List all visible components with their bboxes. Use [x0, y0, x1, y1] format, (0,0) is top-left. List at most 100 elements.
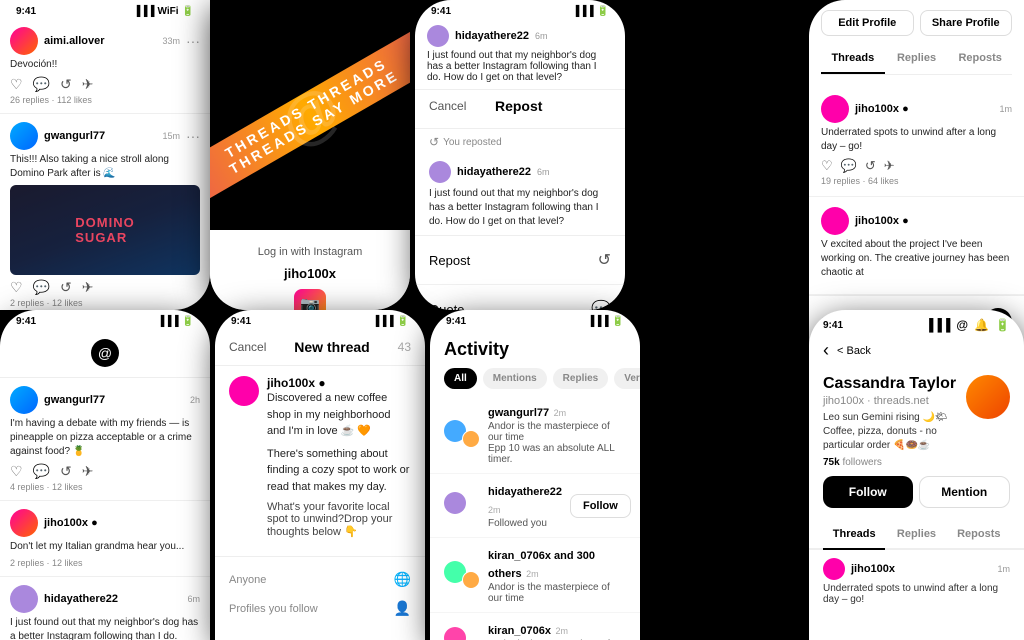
thread-avatar-1	[821, 95, 849, 123]
status-icons-7: ▐▐▐ 🔋	[587, 316, 624, 327]
share-icon-2[interactable]: ✈	[82, 279, 94, 296]
cancel-button[interactable]: Cancel	[429, 99, 466, 113]
status-bar-3: 9:41 ▐▐▐ 🔋	[415, 0, 625, 19]
like-icon[interactable]: ♡	[10, 76, 23, 93]
back-button[interactable]: ‹	[823, 340, 829, 361]
repost-label: Repost	[429, 253, 470, 268]
repost-5-1[interactable]: ↺	[60, 463, 72, 480]
activity-item-3: kiran_0706x and 300 others 2m Andor is t…	[430, 538, 640, 613]
p8t-time: 1m	[997, 564, 1010, 574]
repost-icon-2[interactable]: ↺	[60, 279, 72, 296]
activity-tabs: All Mentions Replies Verif	[444, 368, 626, 389]
profile-tabs: Threads Replies Reposts	[821, 44, 1012, 75]
profile-tab-threads[interactable]: Threads	[823, 520, 885, 550]
like-icon-2[interactable]: ♡	[10, 279, 23, 296]
follow-button[interactable]: Follow	[570, 494, 631, 518]
activity-tab-all[interactable]: All	[444, 368, 477, 389]
wifi-icon: WiFi	[158, 6, 179, 17]
profile-tab-replies[interactable]: Replies	[885, 520, 947, 550]
login-username[interactable]: jiho100x	[226, 266, 394, 281]
profile-tab-reposts[interactable]: Reposts	[948, 520, 1010, 550]
profile-nav: ‹ < Back	[809, 336, 1024, 369]
share-icon[interactable]: ✈	[82, 76, 94, 93]
battery-6: 🔋	[397, 316, 409, 327]
status-bar-1: 9:41 ▐▐▐ WiFi 🔋	[0, 0, 210, 19]
thread-actions-1: ♡ 💬 ↺ ✈	[821, 158, 1012, 174]
more-icon[interactable]: ···	[186, 33, 200, 49]
profile-header-8: Cassandra Taylor jiho100x · threads.net …	[809, 369, 1024, 476]
tab-replies[interactable]: Replies	[885, 44, 949, 74]
battery-5: 🔋	[182, 316, 194, 327]
phone-activity: 9:41 ▐▐▐ 🔋 Activity All Mentions Replies…	[430, 310, 640, 640]
bell-icon: 🔔	[974, 318, 989, 332]
act-avatar-3b	[462, 571, 480, 589]
edit-profile-button[interactable]: Edit Profile	[821, 10, 914, 36]
signal-3: ▐▐▐	[572, 6, 593, 17]
un-jiho2: jiho100x ●	[44, 517, 200, 529]
at-icon: @	[956, 318, 968, 332]
comment-icon[interactable]: 💬	[33, 76, 50, 93]
p8t-text: Underrated spots to unwind after a long …	[823, 583, 1010, 605]
share-5-1[interactable]: ✈	[82, 463, 94, 480]
status-time-5: 9:41	[16, 316, 36, 327]
av-jiho2	[10, 509, 38, 537]
comment-icon-2[interactable]: 💬	[33, 279, 50, 296]
profile-bio: Leo sun Gemini rising 🌙🌤 Coffee, pizza, …	[823, 411, 966, 453]
status-time-1: 9:41	[16, 6, 36, 17]
back-label[interactable]: < Back	[837, 345, 871, 357]
activity-info-3: kiran_0706x and 300 others 2m Andor is t…	[488, 546, 626, 604]
act-user-3: kiran_0706x and 300 others	[488, 550, 595, 580]
composer-cancel-button[interactable]: Cancel	[229, 340, 266, 354]
activity-title: Activity	[444, 339, 626, 360]
composer-thread-text[interactable]: Discovered a new coffee shop in my neigh…	[267, 390, 411, 440]
activity-tab-verified[interactable]: Verif	[614, 368, 640, 389]
activity-tab-replies[interactable]: Replies	[553, 368, 609, 389]
repost-option[interactable]: Repost ↺	[415, 236, 625, 285]
stats-gwang2: 4 replies · 12 likes	[10, 482, 200, 492]
like-5-1[interactable]: ♡	[10, 463, 23, 480]
battery-7: 🔋	[612, 316, 624, 327]
followers-label: followers	[842, 457, 881, 468]
stats-gwang: 2 replies · 12 likes	[10, 298, 200, 308]
mention-button-8[interactable]: Mention	[919, 476, 1011, 508]
threads-item-2: jiho100x ● Don't let my Italian grandma …	[0, 501, 210, 577]
signal-8: ▐▐▐	[925, 318, 951, 332]
share-icon-t1[interactable]: ✈	[884, 158, 895, 174]
thread-text-2: V excited about the project I've been wo…	[821, 238, 1012, 280]
profile-icon: 👤	[394, 600, 411, 617]
phone-instagram-feed: 9:41 ▐▐▐ WiFi 🔋 aimi.allover 33m ··· Dev…	[0, 0, 210, 310]
quote-icon: 💬	[591, 299, 611, 310]
repost-avatar	[429, 161, 451, 183]
composer-header: Cancel New thread 43	[215, 329, 425, 366]
time-gwang: 15m	[162, 131, 180, 141]
activity-info-1: gwangurl77 2m Andor is the masterpiece o…	[488, 403, 626, 465]
instagram-button[interactable]: 📷	[294, 289, 326, 310]
tab-threads[interactable]: Threads	[821, 44, 885, 74]
comment-5-1[interactable]: 💬	[33, 463, 50, 480]
profile-handle: jiho100x · threads.net	[823, 395, 966, 407]
quote-label: Quote	[429, 302, 464, 311]
phone-composer: 9:41 ▐▐▐ 🔋 Cancel New thread 43 jiho100x…	[215, 310, 425, 640]
status-time-6: 9:41	[231, 316, 251, 327]
more-icon-2[interactable]: ···	[186, 128, 200, 144]
share-profile-button[interactable]: Share Profile	[920, 10, 1013, 36]
audience-anyone[interactable]: Anyone 🌐	[229, 565, 411, 594]
audience-following[interactable]: Profiles you follow 👤	[229, 594, 411, 623]
follow-button-8[interactable]: Follow	[823, 476, 913, 508]
profile-thread-2: jiho100x ● V excited about the project I…	[809, 197, 1024, 295]
repost-icon[interactable]: ↺	[60, 76, 72, 93]
activity-tab-mentions[interactable]: Mentions	[483, 368, 547, 389]
like-icon-t1[interactable]: ♡	[821, 158, 833, 174]
composer-question[interactable]: What's your favorite local spot to unwin…	[267, 501, 411, 538]
act-action-1: Andor is the masterpiece of our time	[488, 421, 626, 443]
text-hida: I just found out that my neighbor's dog …	[10, 616, 200, 640]
composer-thread-text2[interactable]: There's something about finding a cozy s…	[267, 446, 411, 496]
audience-following-label: Profiles you follow	[229, 603, 318, 615]
text-gwang: This!!! Also taking a nice stroll along …	[10, 153, 200, 181]
repost-icon-t1[interactable]: ↺	[865, 158, 876, 174]
tab-reposts[interactable]: Reposts	[948, 44, 1012, 74]
quote-option[interactable]: Quote 💬	[415, 285, 625, 310]
comment-icon-t1[interactable]: 💬	[841, 158, 857, 174]
profile-followers: 75k followers	[823, 457, 966, 468]
threads-item-1: gwangurl77 2h I'm having a debate with m…	[0, 378, 210, 501]
